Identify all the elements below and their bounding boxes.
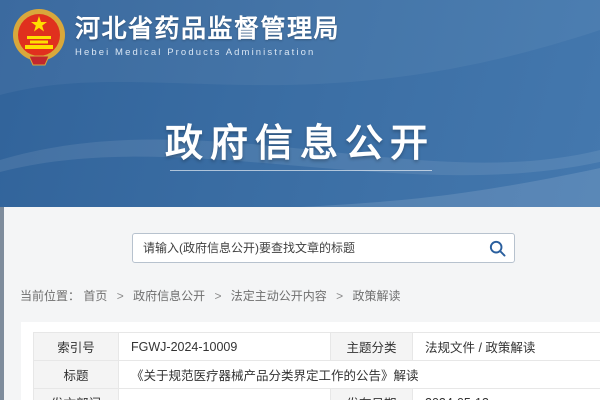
breadcrumb-separator: > (336, 289, 343, 303)
document-meta-table: 索引号 FGWJ-2024-10009 主题分类 法规文件 / 政策解读 标题 … (33, 332, 600, 400)
publish-date-value: 2024-05-13 (413, 389, 600, 400)
site-title-english: Hebei Medical Products Administration (75, 47, 340, 58)
breadcrumb: 当前位置： 首页 > 政府信息公开 > 法定主动公开内容 > 政策解读 (20, 287, 401, 304)
search-icon (488, 239, 507, 258)
publish-date-label: 发布日期 (331, 389, 413, 400)
breadcrumb-item-policy-interpretation[interactable]: 政策解读 (353, 289, 401, 303)
table-row-index: 索引号 FGWJ-2024-10009 主题分类 法规文件 / 政策解读 (34, 333, 600, 361)
document-detail-panel: 索引号 FGWJ-2024-10009 主题分类 法规文件 / 政策解读 标题 … (21, 322, 600, 400)
title-label: 标题 (34, 361, 119, 389)
breadcrumb-separator: > (117, 289, 124, 303)
search-input[interactable] (133, 234, 480, 262)
search-button[interactable] (480, 234, 514, 262)
site-header: 河北省药品监督管理局 Hebei Medical Products Admini… (0, 0, 600, 207)
index-number-value: FGWJ-2024-10009 (119, 333, 331, 361)
breadcrumb-item-statutory-content[interactable]: 法定主动公开内容 (231, 289, 327, 303)
issuing-dept-label: 发文部门 (34, 389, 119, 400)
subject-category-value: 法规文件 / 政策解读 (413, 333, 600, 361)
issuing-dept-value (119, 389, 331, 400)
site-logo[interactable]: 河北省药品监督管理局 Hebei Medical Products Admini… (12, 8, 340, 66)
breadcrumb-item-home[interactable]: 首页 (83, 289, 107, 303)
breadcrumb-prefix: 当前位置： (20, 289, 80, 303)
index-number-label: 索引号 (34, 333, 119, 361)
banner-underline (170, 170, 432, 171)
table-row-title: 标题 《关于规范医疗器械产品分类界定工作的公告》解读 (34, 361, 600, 389)
subject-category-label: 主题分类 (331, 333, 413, 361)
site-title: 河北省药品监督管理局 (75, 16, 340, 44)
national-emblem-icon (12, 8, 66, 66)
page-left-edge (0, 207, 4, 400)
search-box (132, 233, 515, 263)
banner-title: 政府信息公开 (0, 112, 600, 167)
title-value: 《关于规范医疗器械产品分类界定工作的公告》解读 (119, 361, 600, 389)
logo-text: 河北省药品监督管理局 Hebei Medical Products Admini… (75, 16, 340, 59)
breadcrumb-item-info-disclosure[interactable]: 政府信息公开 (133, 289, 205, 303)
breadcrumb-separator: > (214, 289, 221, 303)
table-row-dept-date: 发文部门 发布日期 2024-05-13 (34, 389, 600, 400)
